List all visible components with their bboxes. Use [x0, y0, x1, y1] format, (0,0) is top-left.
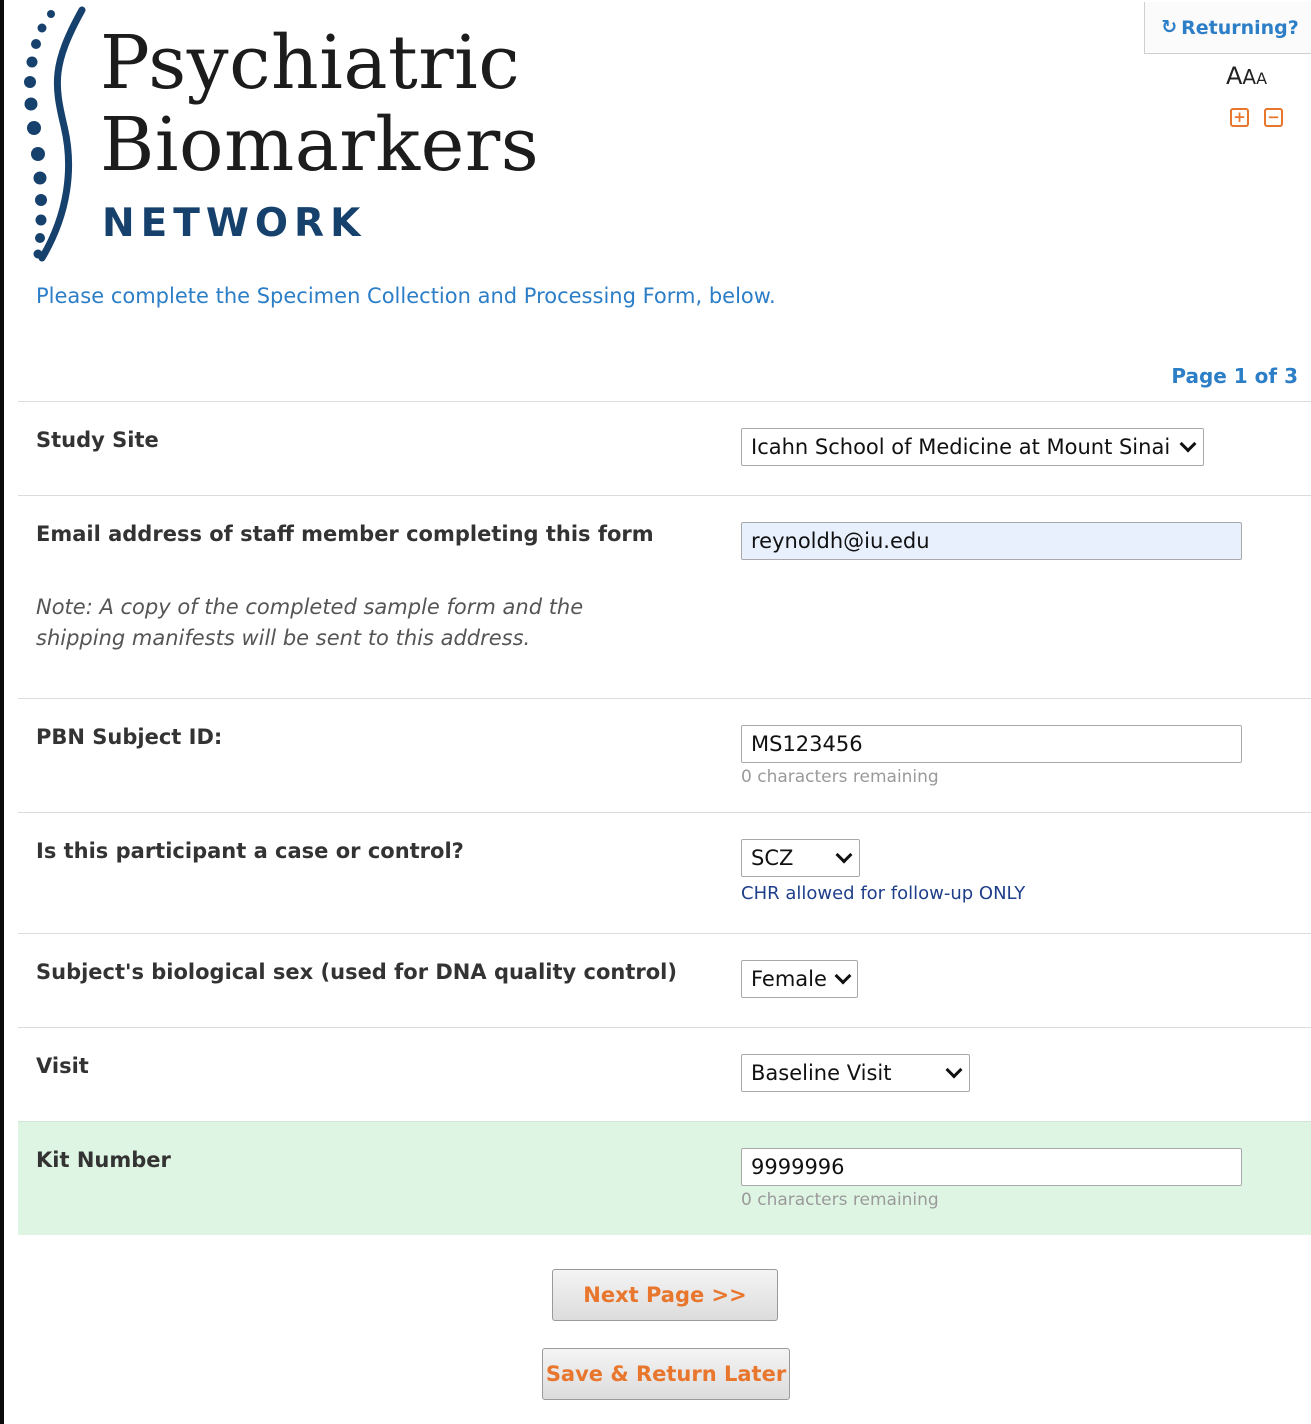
font-size-glyphs: AAA	[1226, 64, 1267, 88]
kit-number-input[interactable]: 9999996	[741, 1148, 1242, 1186]
logo-text-line1: Psychiatric	[100, 20, 521, 106]
font-size-medium: A	[1242, 65, 1257, 89]
sex-select[interactable]: Female	[741, 960, 858, 998]
pbn-logo: Psychiatric Biomarkers NETWORK	[18, 6, 578, 268]
visit-label: Visit	[36, 1054, 89, 1078]
form-instructions: Please complete the Specimen Collection …	[36, 284, 776, 308]
kit-number-value: 9999996	[751, 1155, 845, 1179]
study-site-label: Study Site	[36, 428, 159, 452]
page-frame: Psychiatric Biomarkers NETWORK ↻ Returni…	[0, 0, 1311, 1424]
visit-select[interactable]: Baseline Visit	[741, 1054, 970, 1092]
logo-text-line2: Biomarkers	[100, 102, 540, 188]
email-label: Email address of staff member completing…	[36, 522, 654, 546]
email-row: Email address of staff member completing…	[18, 495, 1311, 698]
spine-icon	[24, 6, 86, 262]
case-control-value: SCZ	[751, 846, 794, 870]
case-control-select[interactable]: SCZ	[741, 839, 860, 877]
subject-id-row: PBN Subject ID: MS123456 0 characters re…	[18, 698, 1311, 812]
font-size-large: A	[1226, 62, 1243, 90]
font-size-control: AAA + −	[1226, 64, 1290, 134]
sex-label: Subject's biological sex (used for DNA q…	[36, 960, 677, 984]
case-control-row: Is this participant a case or control? S…	[18, 812, 1311, 933]
sex-value: Female	[751, 967, 827, 991]
returning-label: Returning?	[1181, 16, 1299, 39]
study-site-value: Icahn School of Medicine at Mount Sinai	[751, 435, 1171, 459]
visit-row: Visit Baseline Visit	[18, 1027, 1311, 1121]
next-page-button[interactable]: Next Page >>	[552, 1269, 778, 1321]
logo-text-line3: NETWORK	[102, 201, 367, 246]
refresh-icon: ↻	[1161, 16, 1178, 38]
chevron-down-icon	[945, 1061, 963, 1079]
kit-number-row: Kit Number 9999996 0 characters remainin…	[18, 1121, 1311, 1235]
page-indicator: Page 1 of 3	[1171, 364, 1298, 388]
case-control-label: Is this participant a case or control?	[36, 839, 464, 863]
subject-id-label: PBN Subject ID:	[36, 725, 223, 749]
study-site-select[interactable]: Icahn School of Medicine at Mount Sinai	[741, 428, 1204, 466]
case-control-hint: CHR allowed for follow-up ONLY	[741, 883, 1026, 904]
chevron-down-icon	[835, 846, 853, 864]
chevron-down-icon	[1179, 435, 1197, 453]
returning-button[interactable]: ↻ Returning?	[1144, 2, 1311, 54]
kit-number-label: Kit Number	[36, 1148, 171, 1172]
sex-row: Subject's biological sex (used for DNA q…	[18, 933, 1311, 1027]
study-site-row: Study Site Icahn School of Medicine at M…	[18, 401, 1311, 495]
chevron-down-icon	[834, 967, 852, 985]
subject-id-char-counter: 0 characters remaining	[741, 767, 939, 787]
subject-id-input[interactable]: MS123456	[741, 725, 1242, 763]
increase-font-icon[interactable]: +	[1230, 108, 1249, 127]
email-note: Note: A copy of the completed sample for…	[36, 595, 584, 650]
decrease-font-icon[interactable]: −	[1264, 108, 1283, 127]
kit-number-char-counter: 0 characters remaining	[741, 1190, 939, 1210]
email-value: reynoldh@iu.edu	[751, 529, 930, 553]
subject-id-value: MS123456	[751, 732, 863, 756]
visit-value: Baseline Visit	[751, 1061, 892, 1085]
email-field[interactable]: reynoldh@iu.edu	[741, 522, 1242, 560]
font-size-small: A	[1256, 69, 1268, 88]
save-return-later-button[interactable]: Save & Return Later	[542, 1348, 790, 1400]
